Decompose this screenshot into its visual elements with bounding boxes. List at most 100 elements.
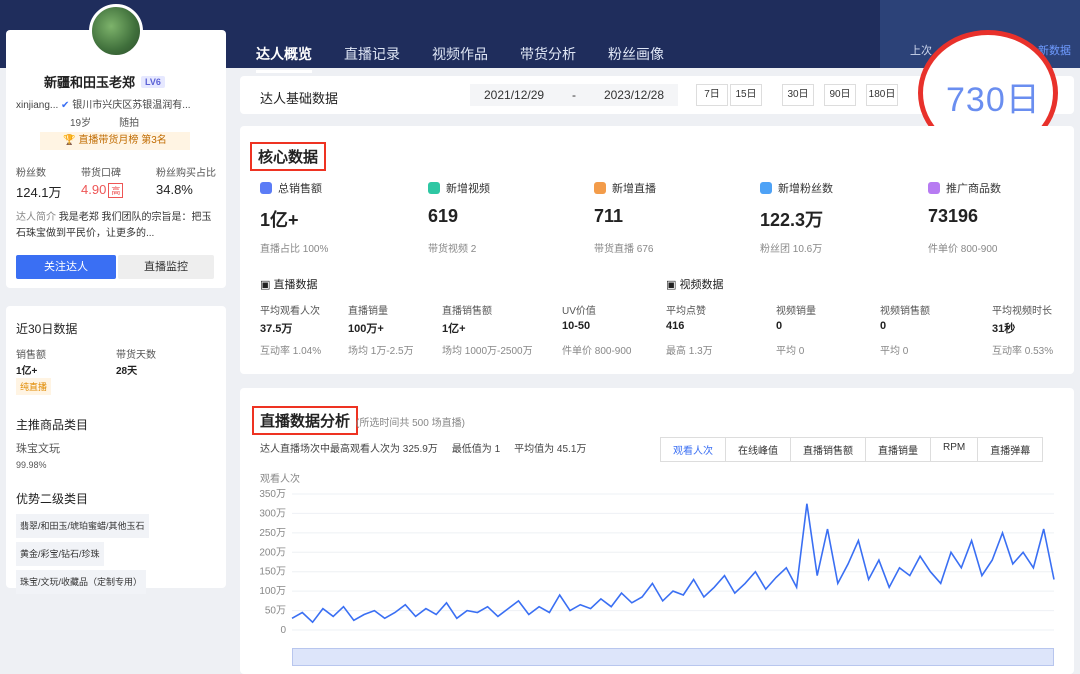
metric-video-value: 619 bbox=[428, 206, 459, 226]
summary-min: 最低值为 1 bbox=[451, 444, 501, 455]
days-value: 28天 bbox=[116, 366, 138, 377]
date-to: 2023/12/28 bbox=[603, 88, 664, 102]
date-separator: - bbox=[572, 88, 576, 102]
reputation-label: 带货口碑 bbox=[81, 168, 121, 179]
range-90d-button[interactable]: 90日 bbox=[824, 84, 856, 106]
company-text: 银川市兴庆区苏银温润有... bbox=[72, 100, 191, 111]
last-update-label: 上次 bbox=[910, 45, 932, 57]
video-data-subtitle: ▣ 视频数据 bbox=[666, 279, 724, 291]
stat-sub: 互动率 1.04% bbox=[260, 346, 322, 357]
tab-live-sales[interactable]: 直播销售额 bbox=[790, 438, 865, 461]
metric-label: 总销售额 bbox=[278, 183, 322, 195]
live-only-text: 纯直播 bbox=[16, 378, 52, 395]
uid-text: xinjiang... bbox=[16, 100, 59, 111]
stat-label: 直播销售额 bbox=[442, 306, 492, 317]
reputation-score: 4.90 bbox=[81, 182, 107, 197]
y-tick-label: 350万 bbox=[259, 489, 286, 500]
range-15d-button[interactable]: 15日 bbox=[730, 84, 762, 106]
reputation-tag: 高 bbox=[108, 183, 124, 198]
y-tick-label: 200万 bbox=[259, 547, 286, 558]
intro: 达人简介 我是老郑 我们团队的宗旨是：把玉石珠宝做到平民价，让更多的... bbox=[16, 210, 221, 242]
date-range-picker[interactable]: 2021/12/29 - 2023/12/28 bbox=[470, 84, 678, 106]
summary-line: 达人直播场次中最高观看人次为 325.9万 最低值为 1 平均值为 45.1万 bbox=[260, 440, 586, 455]
reputation-value: 4.90 高 bbox=[81, 182, 124, 198]
tab-peak-online[interactable]: 在线峰值 bbox=[725, 438, 790, 461]
days-label: 带货天数 bbox=[116, 350, 156, 361]
stat-sub: 场均 1000万-2500万 bbox=[442, 346, 533, 357]
y-tick-label: 150万 bbox=[259, 567, 286, 578]
metric-label: 推广商品数 bbox=[946, 183, 1001, 195]
recent30-title: 近30日数据 bbox=[16, 322, 78, 336]
stat-label: 平均点赞 bbox=[666, 306, 706, 317]
stat-label: 平均观看人次 bbox=[260, 306, 320, 317]
range-7d-button[interactable]: 7日 bbox=[696, 84, 728, 106]
stat-sub: 最高 1.3万 bbox=[666, 346, 713, 357]
rank-badge[interactable]: 🏆 直播带货月榜 第3名 bbox=[40, 132, 190, 150]
tab-fans[interactable]: 粉丝画像 bbox=[608, 44, 664, 73]
metric-tabs: 观看人次 在线峰值 直播销售额 直播销量 RPM 直播弹幕 bbox=[660, 437, 1044, 462]
metric-fans-sub: 粉丝团 10.6万 bbox=[760, 244, 823, 255]
stat-sub: 场均 1万-2.5万 bbox=[348, 346, 414, 357]
tab-overview[interactable]: 达人概览 bbox=[256, 44, 312, 73]
sec-cat-item: 珠宝/文玩/收藏品（定制专用） bbox=[16, 570, 147, 594]
metric-fans-value: 122.3万 bbox=[760, 210, 824, 230]
follow-button[interactable]: 关注达人 bbox=[16, 255, 116, 279]
uid-row: xinjiang... ✔ 银川市兴庆区苏银温润有... bbox=[16, 96, 221, 111]
stat-sub: 平均 0 bbox=[776, 346, 805, 357]
stat-label: UV价值 bbox=[562, 306, 596, 317]
stat-value: 0 bbox=[776, 320, 783, 332]
tab-danmaku[interactable]: 直播弹幕 bbox=[977, 438, 1043, 461]
metric-label: 新增视频 bbox=[446, 183, 490, 195]
stat-value: 100万+ bbox=[348, 323, 384, 335]
stat-sub: 互动率 0.53% bbox=[992, 346, 1054, 357]
stat-value: 416 bbox=[666, 320, 685, 332]
name-text: 新疆和田玉老郑 bbox=[44, 75, 136, 90]
metric-live-value: 711 bbox=[594, 206, 624, 226]
sec-cat-item: 黄金/彩宝/钻石/珍珠 bbox=[16, 542, 104, 566]
sales-label: 销售额 bbox=[16, 350, 46, 361]
style-text: 随拍 bbox=[119, 118, 140, 129]
y-tick-label: 300万 bbox=[259, 508, 286, 519]
profile-card: 新疆和田玉老郑 LV6 xinjiang... ✔ 银川市兴庆区苏银温润有...… bbox=[6, 4, 226, 288]
live-monitor-button[interactable]: 直播监控 bbox=[118, 255, 214, 279]
live-icon bbox=[594, 182, 606, 194]
rank-text: 直播带货月榜 第3名 bbox=[78, 135, 167, 146]
metric-products-value: 73196 bbox=[928, 206, 979, 226]
sec-cat-item: 翡翠/和田玉/琥珀蜜蜡/其他玉石 bbox=[16, 514, 149, 538]
live-only-pill: 纯直播 bbox=[16, 376, 52, 397]
metric-label: 新增直播 bbox=[612, 183, 656, 195]
intro-label: 达人简介 bbox=[16, 212, 56, 223]
main-cat-pct: 99.98% bbox=[16, 460, 47, 470]
date-from: 2021/12/29 bbox=[484, 88, 545, 102]
stat-value: 37.5万 bbox=[260, 323, 293, 335]
products-icon bbox=[928, 182, 940, 194]
recent30-card: 近30日数据 销售额 带货天数 1亿+ 28天 纯直播 主推商品类目 珠宝文玩 … bbox=[6, 306, 226, 594]
sales-value: 1亿+ bbox=[16, 366, 38, 377]
live-subtitle-text: 直播数据 bbox=[273, 279, 318, 291]
sec-cat-list: 翡翠/和田玉/琥珀蜜蜡/其他玉石 黄金/彩宝/钻石/珍珠 珠宝/文玩/收藏品（定… bbox=[16, 512, 149, 596]
tab-live-volume[interactable]: 直播销量 bbox=[865, 438, 930, 461]
views-line-chart: 0 50万 100万 150万 200万 250万 300万 350万 bbox=[259, 489, 1055, 636]
views-series-line bbox=[291, 503, 1055, 624]
range-30d-button[interactable]: 30日 bbox=[782, 84, 814, 106]
live-data-subtitle: ▣ 直播数据 bbox=[260, 279, 318, 291]
range-730d-button[interactable]: 730日 bbox=[946, 72, 1041, 121]
level-badge: LV6 bbox=[141, 75, 165, 88]
fans-icon bbox=[760, 182, 772, 194]
summary-avg: 平均值为 45.1万 bbox=[514, 444, 587, 455]
chart-zoom-slider[interactable] bbox=[292, 648, 1054, 666]
tab-live-records[interactable]: 直播记录 bbox=[344, 44, 400, 73]
stat-value: 1亿+ bbox=[442, 323, 466, 335]
stat-label: 平均视频时长 bbox=[992, 306, 1052, 317]
range-180d-button[interactable]: 180日 bbox=[866, 84, 898, 106]
live-count-note: (所选时间共 500 场直播) bbox=[356, 418, 465, 429]
tab-views[interactable]: 观看人次 bbox=[661, 438, 725, 461]
fans-label: 粉丝数 bbox=[16, 168, 46, 179]
metric-sales-sub: 直播占比 100% bbox=[260, 244, 329, 255]
tab-rpm[interactable]: RPM bbox=[930, 438, 978, 461]
tab-sales-analysis[interactable]: 带货分析 bbox=[520, 44, 576, 73]
main-cat-title: 主推商品类目 bbox=[16, 418, 89, 432]
stat-sub: 件单价 800-900 bbox=[562, 346, 632, 357]
influencer-name: 新疆和田玉老郑 LV6 bbox=[44, 72, 165, 91]
tab-videos[interactable]: 视频作品 bbox=[432, 44, 488, 73]
